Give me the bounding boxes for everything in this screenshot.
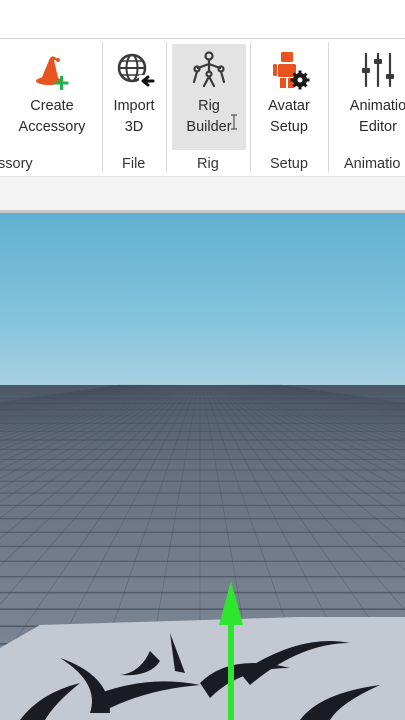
baseplate-part[interactable]: [0, 613, 405, 720]
rig-skeleton-icon: [187, 44, 231, 96]
globe-import-icon: [112, 44, 156, 96]
animation-editor-button[interactable]: Animatio Editor: [338, 44, 405, 150]
rig-builder-button[interactable]: Rig Builder: [172, 44, 246, 150]
ribbon-divider: [0, 38, 405, 39]
group-label-setup: Setup: [270, 156, 308, 172]
group-label-accessory: ssory: [0, 156, 33, 172]
secondary-bar: [0, 176, 405, 211]
group-separator: [328, 42, 329, 172]
create-accessory-button[interactable]: Create Accessory: [12, 44, 92, 150]
move-arrow-handle[interactable]: [215, 581, 247, 720]
ribbon-toolbar: Create Accessory Import 3D Rig Builder A…: [0, 0, 405, 213]
3d-viewport[interactable]: [0, 213, 405, 720]
avatar-setup-label: Avatar Setup: [268, 98, 310, 135]
animation-editor-label: Animatio Editor: [349, 98, 405, 135]
group-separator: [250, 42, 251, 172]
import-3d-label: Import 3D: [113, 98, 155, 135]
group-separator: [102, 42, 103, 172]
wizard-hat-add-icon: [30, 44, 74, 96]
text-cursor-icon: [231, 114, 237, 130]
create-accessory-label: Create Accessory: [18, 98, 86, 135]
rig-builder-label: Rig Builder: [186, 98, 232, 135]
group-separator: [166, 42, 167, 172]
group-label-animation: Animatio: [344, 156, 401, 172]
avatar-setup-button[interactable]: Avatar Setup: [256, 44, 322, 150]
group-label-rig: Rig: [197, 156, 219, 172]
sliders-icon: [356, 44, 400, 96]
group-label-file: File: [122, 156, 146, 172]
avatar-gear-icon: [267, 44, 311, 96]
import-3d-button[interactable]: Import 3D: [104, 44, 164, 150]
